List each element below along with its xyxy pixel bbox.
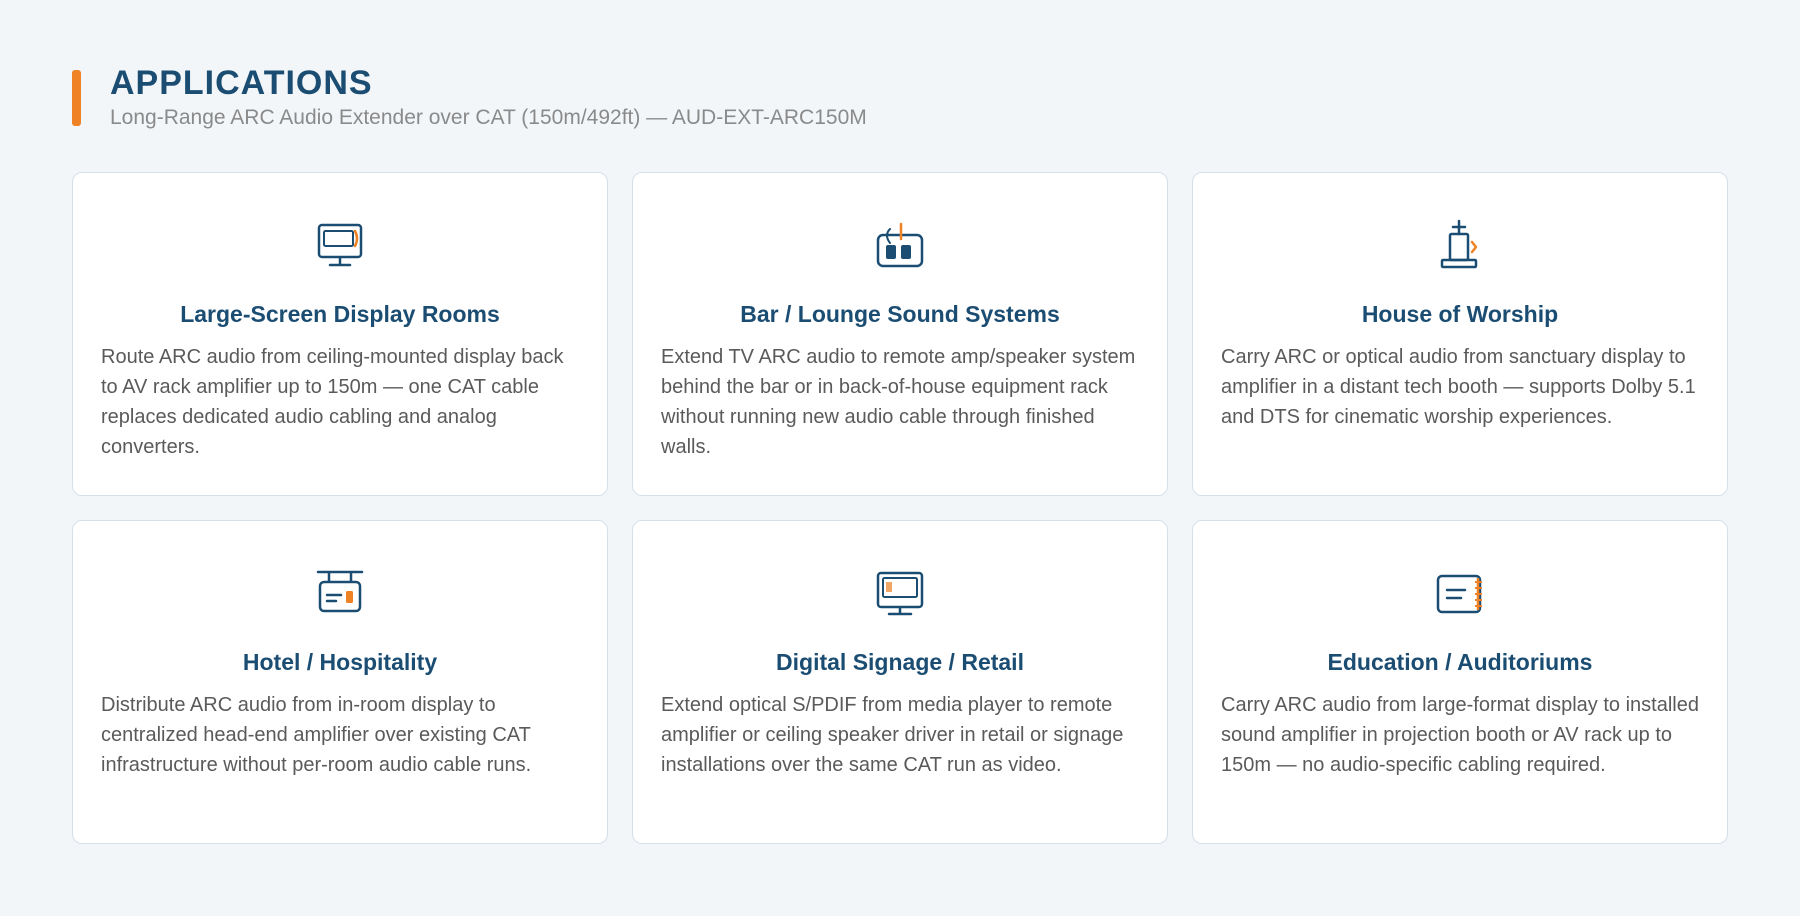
notebook-icon [1433,567,1487,621]
application-card: Bar / Lounge Sound Systems Extend TV ARC… [632,172,1168,496]
card-description: Carry ARC or optical audio from sanctuar… [1221,346,1696,428]
radio-speaker-icon [873,219,927,273]
application-card: Hotel / Hospitality Distribute ARC audio… [72,520,608,844]
card-description: Carry ARC audio from large-format displa… [1221,694,1699,776]
page-title: APPLICATIONS [110,64,373,102]
card-title: Hotel / Hospitality [242,649,438,675]
card-title: Large-Screen Display Rooms [180,301,500,327]
card-description: Extend TV ARC audio to remote amp/speake… [661,346,1136,458]
signage-monitor-icon [873,567,927,621]
application-card: Education / Auditoriums Carry ARC audio … [1192,520,1728,844]
application-card: Digital Signage / Retail Extend optical … [632,520,1168,844]
card-description: Route ARC audio from ceiling-mounted dis… [101,346,564,458]
church-icon [1433,219,1487,273]
hotel-sign-icon [313,567,367,621]
accent-bar [72,70,81,126]
display-tv-icon [313,219,367,273]
applications-page: APPLICATIONS Long-Range ARC Audio Extend… [0,0,1800,916]
card-title: Digital Signage / Retail [776,649,1024,675]
card-description: Extend optical S/PDIF from media player … [661,694,1124,776]
card-title: House of Worship [1361,301,1559,327]
application-card: House of Worship Carry ARC or optical au… [1192,172,1728,496]
card-title: Education / Auditoriums [1327,649,1593,675]
page-subtitle: Long-Range ARC Audio Extender over CAT (… [110,106,867,129]
card-description: Distribute ARC audio from in-room displa… [101,694,532,776]
card-title: Bar / Lounge Sound Systems [740,301,1060,327]
applications-grid: Large-Screen Display Rooms Route ARC aud… [72,172,1728,844]
application-card: Large-Screen Display Rooms Route ARC aud… [72,172,608,496]
